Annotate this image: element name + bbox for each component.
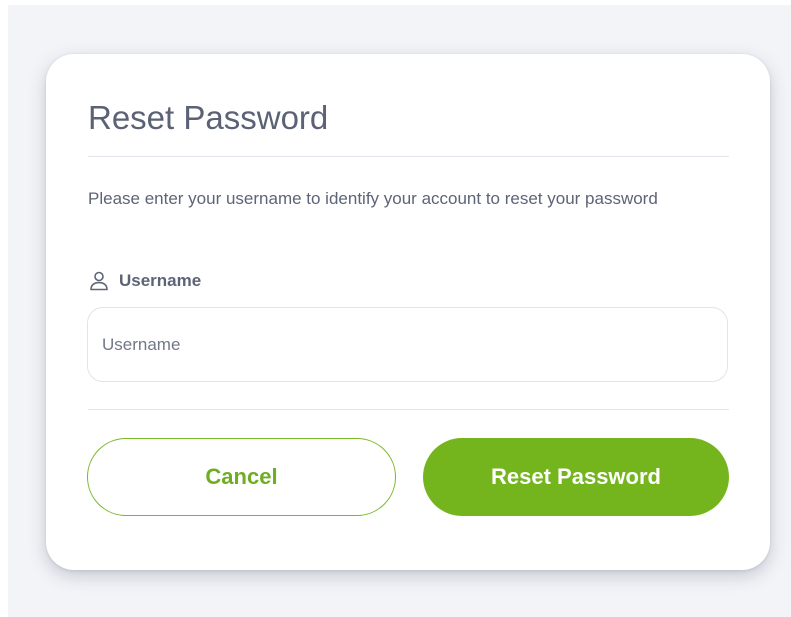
title-divider <box>88 156 729 157</box>
instructions-text: Please enter your username to identify y… <box>88 189 658 208</box>
reset-password-dialog: Reset Password Please enter your usernam… <box>46 54 770 570</box>
username-input-container <box>87 307 728 382</box>
actions-divider <box>88 409 729 410</box>
username-input[interactable] <box>102 308 702 381</box>
username-label-text: Username <box>119 271 202 290</box>
reset-password-button[interactable]: Reset Password <box>423 438 729 516</box>
username-label: Username <box>88 269 201 293</box>
dialog-title: Reset Password <box>88 99 329 136</box>
cancel-button[interactable]: Cancel <box>87 438 396 516</box>
user-icon <box>88 270 110 292</box>
